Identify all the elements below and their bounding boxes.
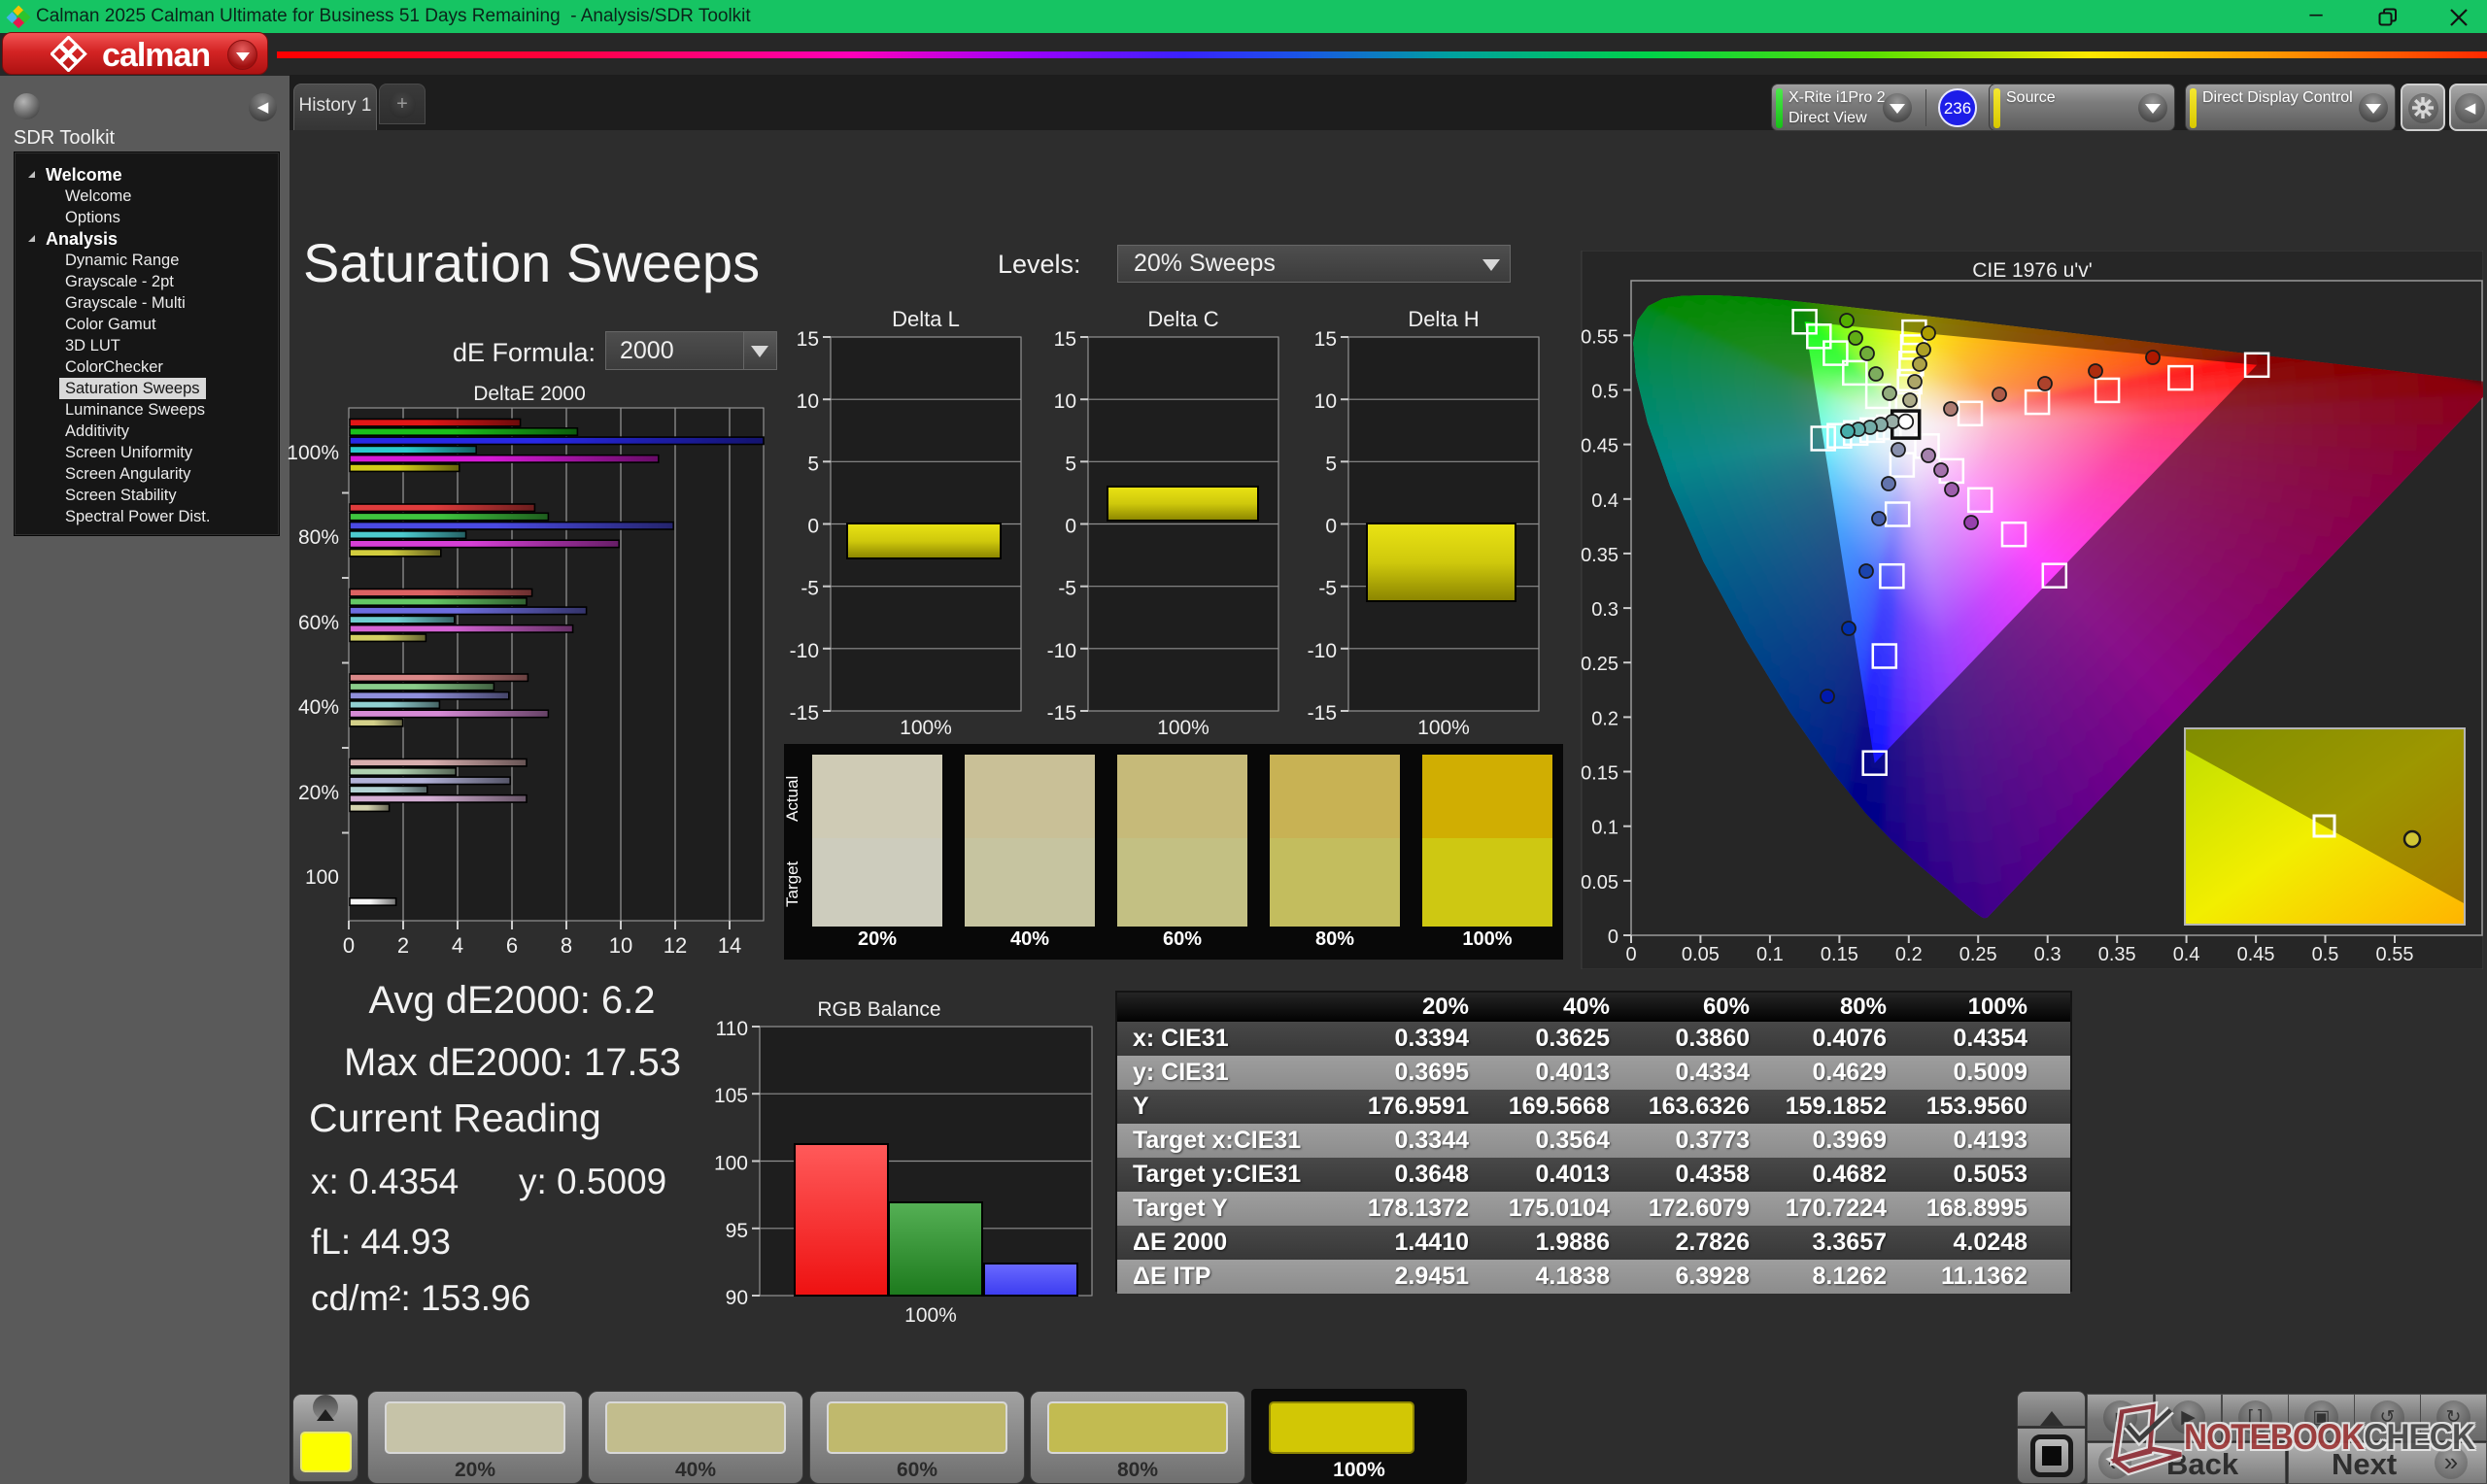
svg-text:4: 4 <box>452 933 463 958</box>
svg-text:100%: 100% <box>900 717 952 739</box>
svg-text:0.05: 0.05 <box>1682 944 1720 965</box>
svg-text:Delta C: Delta C <box>1147 307 1218 331</box>
svg-text:10: 10 <box>1314 390 1337 413</box>
svg-text:95: 95 <box>726 1220 748 1242</box>
svg-text:0.2: 0.2 <box>1895 944 1923 965</box>
svg-text:-15: -15 <box>1308 702 1337 725</box>
svg-text:110: 110 <box>716 1018 748 1040</box>
svg-text:0.2: 0.2 <box>1591 708 1618 729</box>
svg-text:0.4: 0.4 <box>1591 490 1618 512</box>
svg-text:DeltaE 2000: DeltaE 2000 <box>473 383 586 405</box>
svg-text:0.25: 0.25 <box>1581 654 1618 675</box>
svg-text:-10: -10 <box>1047 640 1076 662</box>
svg-text:105: 105 <box>714 1085 748 1107</box>
svg-text:5: 5 <box>807 453 819 475</box>
svg-text:0.55: 0.55 <box>1581 326 1618 348</box>
svg-text:0.05: 0.05 <box>1581 872 1618 894</box>
svg-text:6: 6 <box>506 933 518 958</box>
svg-text:-15: -15 <box>790 702 819 725</box>
svg-text:14: 14 <box>718 933 741 958</box>
svg-text:100%: 100% <box>287 442 339 464</box>
svg-text:CIE 1976 u'v': CIE 1976 u'v' <box>1972 259 2093 282</box>
svg-text:0.1: 0.1 <box>1591 818 1618 839</box>
svg-text:80%: 80% <box>298 526 339 549</box>
svg-text:0.15: 0.15 <box>1581 763 1618 785</box>
svg-text:-10: -10 <box>1308 640 1337 662</box>
svg-text:15: 15 <box>1054 328 1076 351</box>
svg-text:100%: 100% <box>904 1304 957 1326</box>
svg-text:0.15: 0.15 <box>1821 944 1858 965</box>
svg-text:0.45: 0.45 <box>1581 436 1618 457</box>
svg-text:0.35: 0.35 <box>2098 944 2136 965</box>
svg-text:0.3: 0.3 <box>1591 599 1618 621</box>
svg-text:0.55: 0.55 <box>2376 944 2414 965</box>
svg-text:Delta H: Delta H <box>1408 307 1479 331</box>
svg-text:100: 100 <box>305 866 339 889</box>
svg-text:0.4: 0.4 <box>2173 944 2200 965</box>
svg-text:Delta L: Delta L <box>892 307 960 331</box>
svg-text:90: 90 <box>726 1287 748 1309</box>
svg-text:100: 100 <box>714 1153 748 1175</box>
svg-text:0.25: 0.25 <box>1959 944 1997 965</box>
svg-text:-5: -5 <box>801 578 819 600</box>
svg-text:100%: 100% <box>1157 717 1209 739</box>
svg-text:0.5: 0.5 <box>1591 382 1618 403</box>
svg-text:0: 0 <box>1325 516 1337 538</box>
svg-text:100%: 100% <box>1417 717 1470 739</box>
svg-text:RGB Balance: RGB Balance <box>817 998 940 1021</box>
svg-text:10: 10 <box>797 390 819 413</box>
svg-text:-15: -15 <box>1047 702 1076 725</box>
svg-text:0.35: 0.35 <box>1581 545 1618 566</box>
svg-text:0: 0 <box>343 933 355 958</box>
svg-text:10: 10 <box>1054 390 1076 413</box>
svg-text:20%: 20% <box>298 782 339 804</box>
svg-text:2: 2 <box>397 933 409 958</box>
svg-text:-5: -5 <box>1058 578 1076 600</box>
svg-text:0.45: 0.45 <box>2237 944 2275 965</box>
svg-text:60%: 60% <box>298 612 339 634</box>
svg-text:40%: 40% <box>298 696 339 719</box>
svg-text:10: 10 <box>609 933 632 958</box>
svg-text:-5: -5 <box>1318 578 1337 600</box>
svg-text:-10: -10 <box>790 640 819 662</box>
svg-text:15: 15 <box>1314 328 1337 351</box>
svg-text:12: 12 <box>664 933 687 958</box>
svg-text:0: 0 <box>1065 516 1076 538</box>
svg-text:0.1: 0.1 <box>1756 944 1784 965</box>
svg-text:5: 5 <box>1065 453 1076 475</box>
svg-text:0.3: 0.3 <box>2034 944 2061 965</box>
svg-text:5: 5 <box>1325 453 1337 475</box>
svg-text:0.5: 0.5 <box>2312 944 2339 965</box>
svg-text:0: 0 <box>1625 944 1636 965</box>
svg-text:15: 15 <box>797 328 819 351</box>
svg-text:0: 0 <box>807 516 819 538</box>
svg-text:0: 0 <box>1608 927 1618 948</box>
svg-text:8: 8 <box>561 933 572 958</box>
